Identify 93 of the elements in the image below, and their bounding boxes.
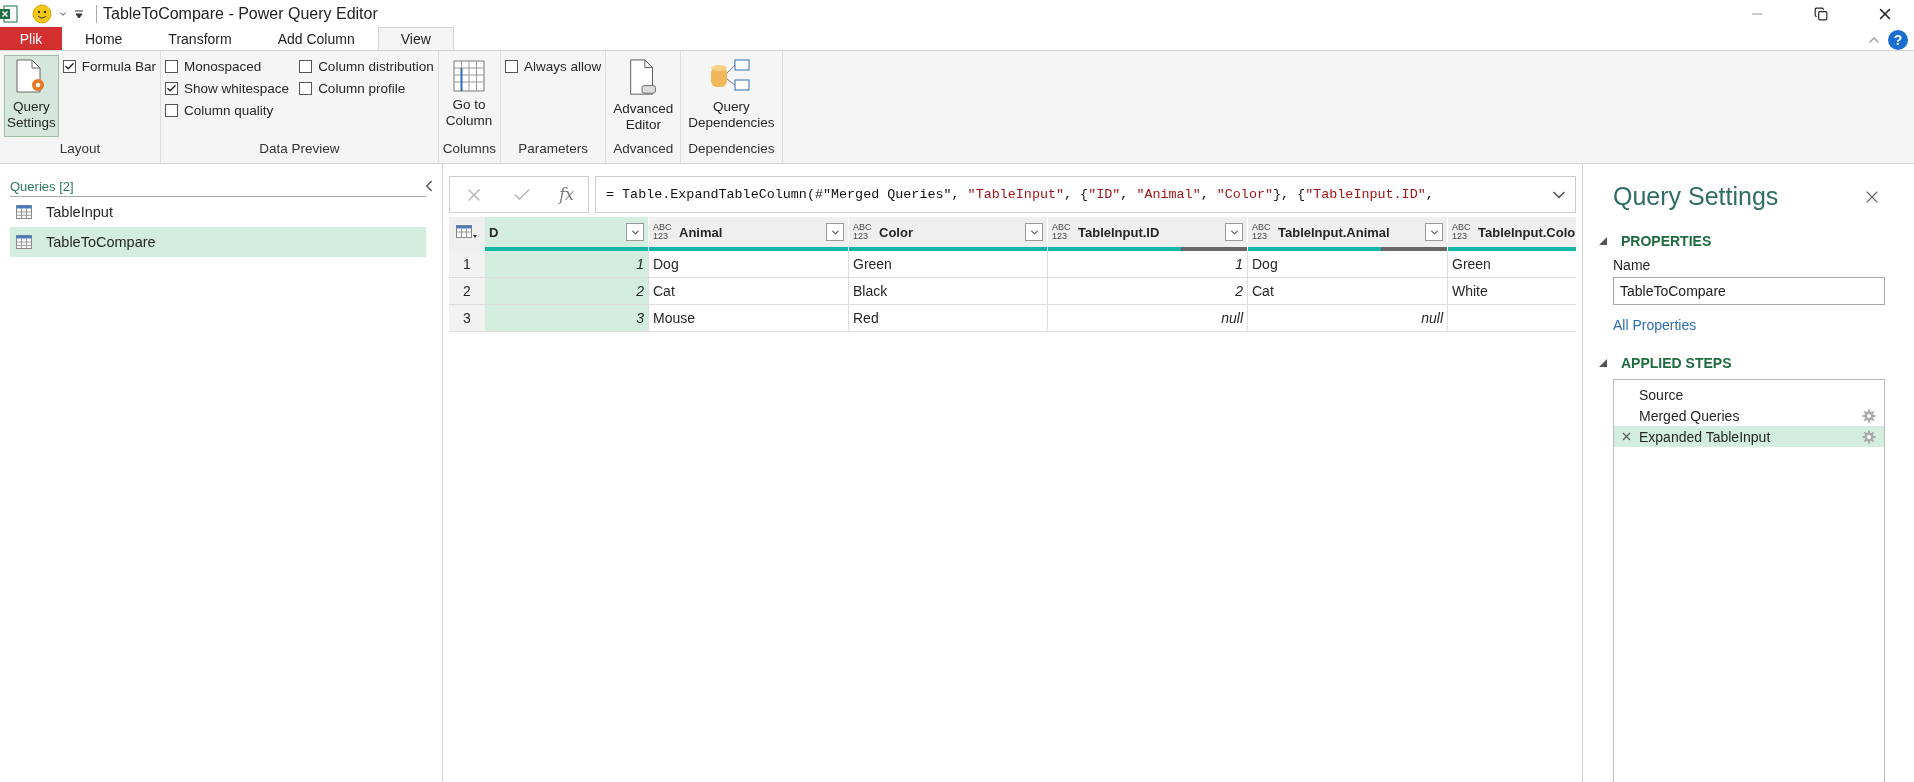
- checkbox[interactable]: [165, 81, 179, 95]
- checkbox-label: Formula Bar: [81, 58, 157, 74]
- column-name: TableInput.Animal: [1278, 224, 1391, 240]
- table-cell: 3: [485, 305, 649, 332]
- checkbox[interactable]: [504, 59, 518, 73]
- customize-icon[interactable]: [74, 9, 84, 19]
- table-cell: Black: [849, 278, 1048, 305]
- function-button[interactable]: fx: [559, 185, 575, 204]
- group-label: Data Preview: [258, 141, 341, 158]
- help-button[interactable]: ?: [1888, 30, 1908, 50]
- group-label: Layout: [58, 141, 102, 158]
- group-label: Dependencies: [687, 141, 776, 158]
- applied-step[interactable]: Expanded TableInput: [1614, 426, 1884, 447]
- query-item[interactable]: TableInput: [10, 197, 426, 227]
- all-properties-link[interactable]: All Properties: [1613, 317, 1914, 333]
- collapse-triangle-icon[interactable]: [1599, 237, 1607, 245]
- applied-step[interactable]: Merged Queries: [1614, 405, 1884, 426]
- spreadsheet-app-icon[interactable]: [0, 5, 18, 23]
- checkbox[interactable]: [299, 59, 313, 73]
- formula-field[interactable]: = Table.ExpandTableColumn(#"Merged Queries", "TableInput", {"ID", "Animal", "Color"}, {"TableInput.ID",: [595, 176, 1576, 213]
- column-header[interactable]: D: [485, 217, 649, 251]
- queries-header: Queries [2]: [10, 178, 74, 194]
- checkbox[interactable]: [165, 59, 179, 73]
- file-tab[interactable]: Plik: [0, 27, 62, 50]
- ribbon-button[interactable]: Query Dependencies: [685, 55, 778, 137]
- settings-icon[interactable]: [1862, 408, 1876, 423]
- panel-title: Query Settings: [1613, 182, 1779, 211]
- ribbon-button[interactable]: Query Settings: [4, 55, 59, 137]
- checkbox-label: Column profile: [318, 80, 406, 96]
- smiley-icon[interactable]: [32, 4, 52, 24]
- type-label: ABC 123: [853, 223, 871, 241]
- collapse-triangle-icon[interactable]: [1599, 359, 1607, 367]
- table-cell: Dog: [649, 251, 849, 278]
- field-label: Name: [1613, 257, 1652, 273]
- query-item[interactable]: TableToCompare: [10, 227, 426, 257]
- type-label: ABC 123: [1252, 223, 1270, 241]
- row-number: 1: [449, 251, 485, 278]
- type-label: ABC 123: [1052, 223, 1070, 241]
- checkbox-label: Show whitespace: [184, 80, 290, 96]
- ribbon-tab[interactable]: Add Column: [254, 27, 378, 50]
- column-name: Color: [879, 224, 914, 240]
- step-name: Merged Queries: [1639, 407, 1741, 424]
- group-label: Columns: [442, 141, 496, 158]
- table-cell: Green: [849, 251, 1048, 278]
- type-label: ABC 123: [653, 223, 671, 241]
- group-label: Advanced: [612, 141, 675, 158]
- dropdown-icon[interactable]: [58, 9, 68, 19]
- table-cell: 2: [1048, 278, 1248, 305]
- query-name: TableInput: [46, 204, 113, 220]
- column-name: TableInput.ID: [1078, 224, 1161, 240]
- table-cell: Mouse: [649, 305, 849, 332]
- delete-icon[interactable]: [1620, 430, 1633, 443]
- step-name: Source: [1639, 386, 1685, 403]
- query-name: TableToCompare: [46, 234, 156, 250]
- checkbox-label: Always allow: [523, 58, 602, 74]
- window-title: TableToCompare - Power Query Editor: [96, 5, 378, 23]
- restore-icon[interactable]: [1814, 7, 1828, 21]
- table-cell: 1: [485, 251, 649, 278]
- ribbon-tab[interactable]: View: [377, 27, 454, 50]
- checkbox-label: Monospaced: [184, 58, 262, 74]
- checkbox-label: Column quality: [184, 102, 274, 118]
- column-name: Animal: [679, 224, 724, 240]
- row-number: 2: [449, 278, 485, 305]
- table-icon: [16, 235, 32, 249]
- table-cell: Dog: [1248, 251, 1448, 278]
- ribbon-tab[interactable]: Transform: [145, 27, 255, 50]
- table-cell: null: [1048, 305, 1248, 332]
- table-cell: 2: [485, 278, 649, 305]
- checkbox-label: Column distribution: [318, 58, 434, 74]
- applied-step[interactable]: Source: [1614, 384, 1884, 405]
- type-label: ABC 123: [1452, 223, 1470, 241]
- ribbon-tab[interactable]: Home: [62, 27, 146, 50]
- section-title: APPLIED STEPS: [1621, 355, 1732, 371]
- table-cell: Cat: [649, 278, 849, 305]
- table-cell: 1: [1048, 251, 1248, 278]
- table-cell: Red: [849, 305, 1048, 332]
- ribbon-button[interactable]: Go to Column: [442, 55, 496, 137]
- checkbox[interactable]: [165, 103, 179, 117]
- checkbox[interactable]: [299, 81, 313, 95]
- table-cell: null: [1248, 305, 1448, 332]
- column-name: TableInput.Colo: [1478, 224, 1576, 240]
- group-label: Parameters: [517, 141, 589, 158]
- checkbox[interactable]: [62, 59, 76, 73]
- table-menu-icon[interactable]: [456, 225, 478, 239]
- section-title: PROPERTIES: [1621, 233, 1712, 249]
- step-name: Expanded TableInput: [1639, 428, 1772, 445]
- name-field[interactable]: TableToCompare: [1613, 277, 1885, 305]
- table-icon: [16, 205, 32, 219]
- column-name: D: [489, 224, 500, 240]
- table-cell: Cat: [1248, 278, 1448, 305]
- row-number: 3: [449, 305, 485, 332]
- grid-icon: [452, 59, 485, 93]
- ribbon-button[interactable]: Advanced Editor: [610, 55, 677, 137]
